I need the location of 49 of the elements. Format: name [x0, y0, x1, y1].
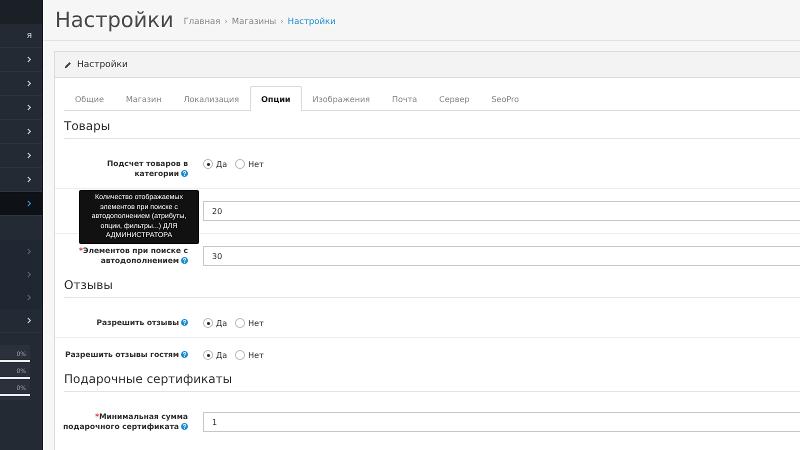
tab[interactable]: SeoPro	[480, 87, 530, 111]
input-field[interactable]: 30	[203, 246, 800, 266]
chevron-icon	[27, 128, 32, 135]
input-field[interactable]: 1	[203, 412, 800, 432]
sidebar-item[interactable]	[0, 286, 42, 309]
breadcrumb-link[interactable]: Магазины	[232, 17, 276, 27]
chevron-icon	[27, 248, 32, 255]
section-heading: Отзывы	[64, 278, 800, 298]
pencil-icon	[64, 60, 72, 68]
section-heading: Подарочные сертификаты	[64, 372, 800, 392]
sidebar-item[interactable]	[0, 192, 42, 216]
option-label: Да	[216, 318, 228, 328]
chevron-icon	[27, 294, 32, 301]
option-label: Да	[216, 350, 228, 360]
radio-button[interactable]	[235, 159, 246, 169]
breadcrumb-link[interactable]: Главная	[184, 17, 220, 27]
chevron-icon	[27, 176, 32, 183]
breadcrumb-link[interactable]: Настройки	[288, 17, 336, 27]
chevron-icon	[27, 56, 32, 63]
radio-button[interactable]	[203, 350, 213, 360]
sidebar-item[interactable]: я	[0, 24, 42, 48]
tab[interactable]: Локализация	[172, 87, 250, 111]
breadcrumb-separator: ›	[224, 17, 228, 27]
option-label: Нет	[248, 318, 264, 328]
radio-button[interactable]	[235, 318, 246, 328]
option-label: Да	[216, 160, 228, 168]
input-field[interactable]: 20	[203, 201, 800, 221]
breadcrumb-separator: ›	[280, 17, 284, 27]
chevron-icon	[27, 317, 32, 324]
radio-button[interactable]	[203, 159, 213, 169]
chevron-icon	[27, 104, 32, 111]
option-label: Нет	[248, 160, 264, 168]
chevron-icon	[27, 271, 32, 278]
radio-button[interactable]	[235, 350, 246, 360]
tab[interactable]: Общие	[64, 87, 115, 111]
tab[interactable]: Опции	[250, 86, 302, 111]
sidebar-item[interactable]	[0, 240, 42, 263]
tab[interactable]: Магазин	[114, 87, 172, 111]
tab[interactable]: Сервер	[428, 87, 480, 111]
option-label: Нет	[248, 350, 264, 360]
page-title: Настройки	[55, 8, 174, 32]
radio-button[interactable]	[203, 318, 213, 328]
chevron-icon	[27, 80, 32, 87]
tab[interactable]: Почта	[380, 87, 428, 111]
chevron-icon	[27, 152, 32, 159]
chevron-icon	[27, 200, 32, 207]
section-heading: Товары	[64, 119, 800, 139]
panel-title: Настройки	[77, 60, 128, 70]
tab[interactable]: Изображения	[302, 87, 381, 111]
